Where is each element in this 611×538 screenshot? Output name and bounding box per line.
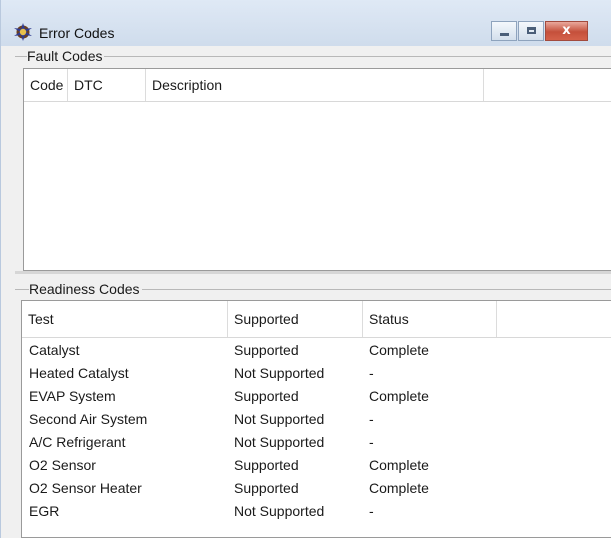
- status-cell: -: [369, 503, 374, 519]
- supported-cell: Supported: [234, 457, 299, 473]
- close-icon: x: [562, 23, 571, 38]
- supported-cell: Not Supported: [234, 411, 325, 427]
- test-cell: A/C Refrigerant: [29, 434, 126, 450]
- test-cell: EGR: [29, 503, 60, 519]
- fault-codes-header: Code DTC Description: [24, 69, 611, 102]
- supported-cell: Supported: [234, 342, 299, 358]
- title-bar[interactable]: Error Codes x: [1, 0, 611, 46]
- minimize-icon: [500, 33, 509, 36]
- panel-splitter[interactable]: [15, 271, 611, 274]
- test-cell: O2 Sensor: [29, 457, 96, 473]
- maximize-button[interactable]: [518, 21, 544, 41]
- table-row[interactable]: EVAP System Supported Complete: [22, 385, 611, 408]
- supported-cell: Not Supported: [234, 503, 325, 519]
- readiness-codes-list[interactable]: Test Supported Status Catalyst Supported…: [21, 300, 611, 538]
- table-row[interactable]: O2 Sensor Heater Supported Complete: [22, 477, 611, 500]
- table-row[interactable]: Catalyst Supported Complete: [22, 339, 611, 362]
- app-logo-icon: [14, 23, 32, 41]
- test-cell: Second Air System: [29, 411, 148, 427]
- window-title: Error Codes: [39, 25, 115, 41]
- caption-buttons: x: [491, 21, 589, 43]
- error-codes-window: Error Codes x Fault Codes Code DTC Descr…: [0, 0, 611, 538]
- readiness-codes-header: Test Supported Status: [22, 301, 611, 338]
- column-header-code[interactable]: Code: [24, 69, 68, 101]
- table-row[interactable]: Second Air System Not Supported -: [22, 408, 611, 431]
- fault-codes-list[interactable]: Code DTC Description: [23, 68, 611, 271]
- test-cell: O2 Sensor Heater: [29, 480, 142, 496]
- test-cell: Catalyst: [29, 342, 80, 358]
- status-cell: Complete: [369, 457, 429, 473]
- column-header-supported[interactable]: Supported: [228, 301, 363, 337]
- status-cell: Complete: [369, 388, 429, 404]
- close-button[interactable]: x: [545, 21, 588, 41]
- fault-codes-group-label: Fault Codes: [27, 48, 105, 64]
- supported-cell: Supported: [234, 480, 299, 496]
- minimize-button[interactable]: [491, 21, 517, 41]
- status-cell: -: [369, 434, 374, 450]
- column-header-test[interactable]: Test: [22, 301, 228, 337]
- status-cell: Complete: [369, 342, 429, 358]
- supported-cell: Not Supported: [234, 434, 325, 450]
- column-header-description[interactable]: Description: [146, 69, 484, 101]
- test-cell: EVAP System: [29, 388, 116, 404]
- status-cell: -: [369, 365, 374, 381]
- status-cell: Complete: [369, 480, 429, 496]
- supported-cell: Supported: [234, 388, 299, 404]
- column-header-dtc[interactable]: DTC: [68, 69, 146, 101]
- readiness-codes-group-label: Readiness Codes: [29, 281, 142, 297]
- maximize-icon: [527, 27, 536, 34]
- table-row[interactable]: EGR Not Supported -: [22, 500, 611, 523]
- table-row[interactable]: Heated Catalyst Not Supported -: [22, 362, 611, 385]
- column-header-status[interactable]: Status: [363, 301, 497, 337]
- table-row[interactable]: O2 Sensor Supported Complete: [22, 454, 611, 477]
- status-cell: -: [369, 411, 374, 427]
- test-cell: Heated Catalyst: [29, 365, 129, 381]
- supported-cell: Not Supported: [234, 365, 325, 381]
- table-row[interactable]: A/C Refrigerant Not Supported -: [22, 431, 611, 454]
